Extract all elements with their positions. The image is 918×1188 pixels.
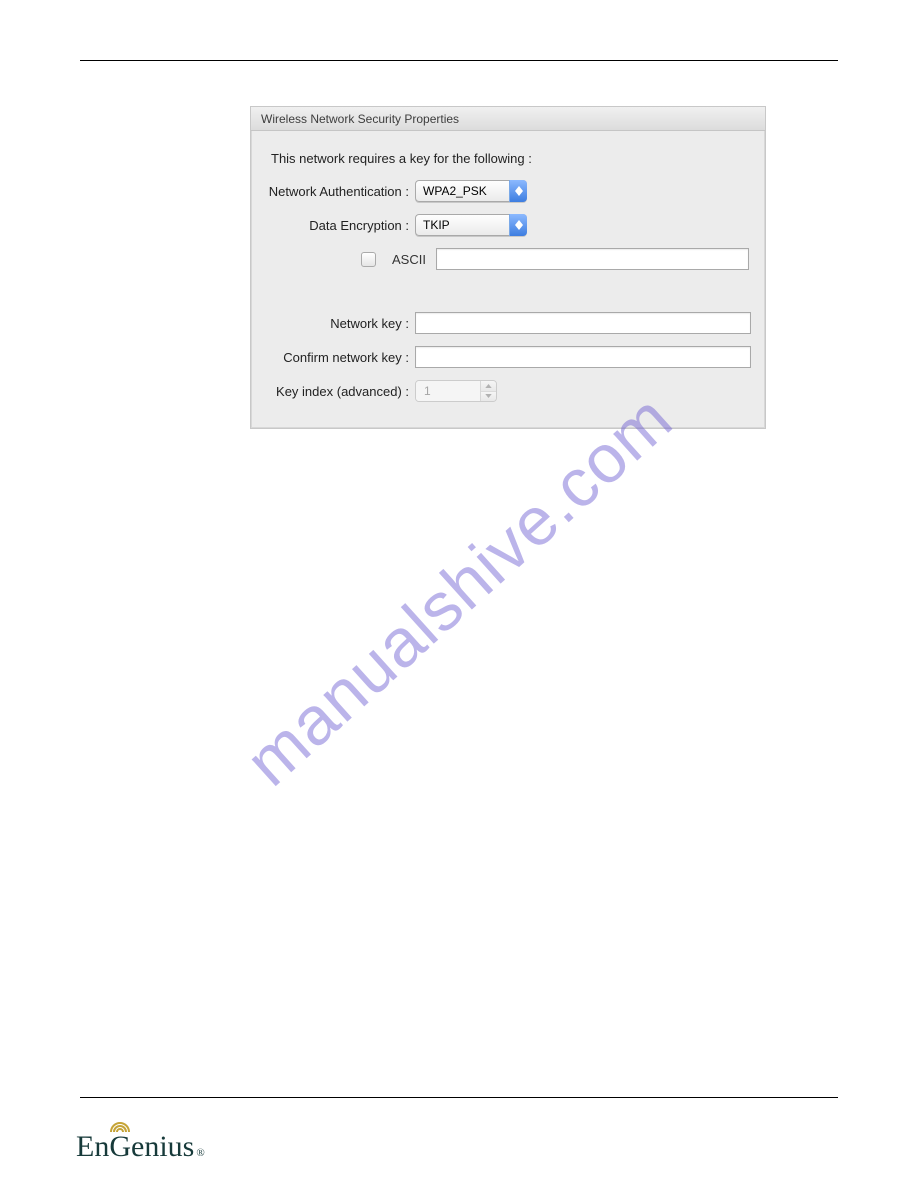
row-network-authentication: Network Authentication : WPA2_PSK xyxy=(265,178,751,204)
label-data-encryption: Data Encryption : xyxy=(265,218,415,233)
key-index-stepper: 1 xyxy=(415,380,497,402)
ascii-checkbox[interactable] xyxy=(361,252,376,267)
confirm-network-key-input[interactable] xyxy=(415,346,751,368)
logo-en: En xyxy=(76,1130,109,1164)
data-encryption-select[interactable]: TKIP xyxy=(415,214,527,236)
security-properties-dialog: Wireless Network Security Properties Thi… xyxy=(250,106,766,429)
label-ascii: ASCII xyxy=(392,252,426,267)
label-key-index: Key index (advanced) : xyxy=(265,384,415,399)
row-data-encryption: Data Encryption : TKIP xyxy=(265,212,751,238)
dialog-body: This network requires a key for the foll… xyxy=(251,131,765,428)
network-authentication-value: WPA2_PSK xyxy=(415,180,509,202)
network-key-input[interactable] xyxy=(415,312,751,334)
ascii-input[interactable] xyxy=(436,248,749,270)
label-network-authentication: Network Authentication : xyxy=(265,184,415,199)
intro-text: This network requires a key for the foll… xyxy=(271,151,751,166)
logo-enius: enius xyxy=(131,1130,194,1164)
key-index-value: 1 xyxy=(416,381,480,401)
updown-arrows-icon xyxy=(509,214,527,236)
data-encryption-value: TKIP xyxy=(415,214,509,236)
label-confirm-network-key: Confirm network key : xyxy=(265,350,415,365)
network-authentication-select[interactable]: WPA2_PSK xyxy=(415,180,527,202)
logo-registered: ® xyxy=(196,1147,204,1159)
label-network-key: Network key : xyxy=(265,316,415,331)
row-confirm-network-key: Confirm network key : xyxy=(265,344,751,370)
row-network-key: Network key : xyxy=(265,310,751,336)
stepper-arrows-icon xyxy=(480,381,496,401)
row-ascii: ASCII xyxy=(265,246,751,272)
updown-arrows-icon xyxy=(509,180,527,202)
engenius-logo: En G enius ® xyxy=(76,1130,205,1164)
wifi-arcs-icon xyxy=(109,1120,131,1139)
dialog-title: Wireless Network Security Properties xyxy=(251,107,765,131)
spacer xyxy=(265,280,751,310)
row-key-index: Key index (advanced) : 1 xyxy=(265,378,751,404)
